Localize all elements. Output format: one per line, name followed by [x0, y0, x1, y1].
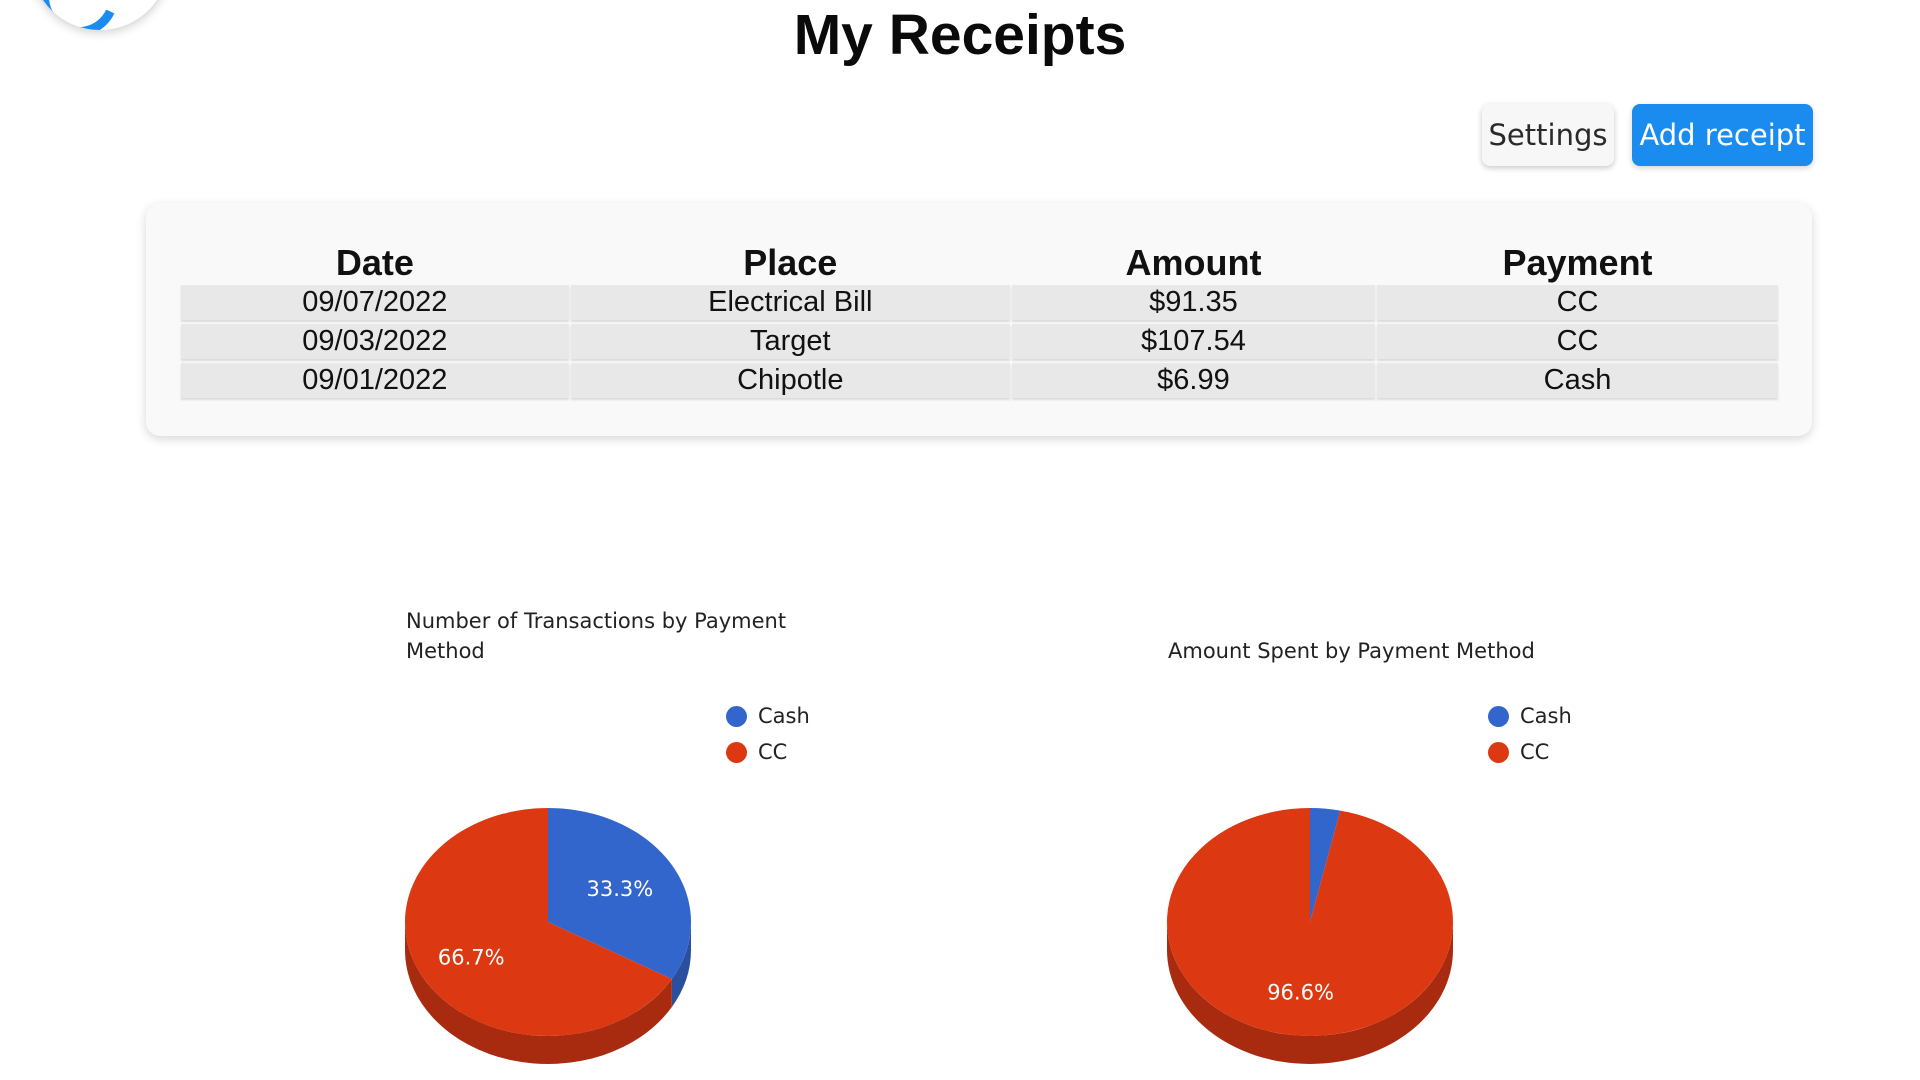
cell-date: 09/07/2022: [181, 285, 569, 320]
column-header-date: Date: [335, 242, 414, 283]
pie-svg: 96.6%: [1167, 808, 1453, 1064]
cell-place: Chipotle: [570, 363, 1010, 398]
table-row[interactable]: 09/03/2022 Target $107.54 CC: [181, 324, 1778, 359]
cell-date: 09/01/2022: [181, 363, 569, 398]
transactions-pie-chart: Number of Transactions by Payment Method…: [404, 606, 1064, 1080]
cell-place: Target: [570, 324, 1010, 359]
cell-payment: CC: [1377, 324, 1778, 359]
data-label-cc: 66.7%: [438, 945, 505, 969]
table-header-row: Date Place Amount Payment: [181, 245, 1778, 281]
column-header-place: Place: [743, 242, 838, 283]
add-receipt-button[interactable]: Add receipt: [1632, 104, 1813, 166]
page-title: My Receipts: [793, 3, 1127, 67]
column-header-payment: Payment: [1502, 242, 1653, 283]
data-label-cc: 96.6%: [1267, 980, 1334, 1004]
cell-amount: $91.35: [1011, 285, 1376, 320]
receipts-table: Date Place Amount Payment 09/07/2022 Ele…: [179, 241, 1780, 402]
amount-pie-chart: Amount Spent by Payment Method Cash CC 9…: [1166, 606, 1826, 1080]
pie-svg: 33.3% 66.7%: [405, 808, 691, 1064]
table-row[interactable]: 09/07/2022 Electrical Bill $91.35 CC: [181, 285, 1778, 320]
cell-amount: $6.99: [1011, 363, 1376, 398]
cell-payment: Cash: [1377, 363, 1778, 398]
table-row[interactable]: 09/01/2022 Chipotle $6.99 Cash: [181, 363, 1778, 398]
cell-payment: CC: [1377, 285, 1778, 320]
data-label-cash: 33.3%: [586, 877, 653, 901]
settings-button[interactable]: Settings: [1482, 104, 1614, 166]
cell-date: 09/03/2022: [181, 324, 569, 359]
receipts-table-card: Date Place Amount Payment 09/07/2022 Ele…: [146, 203, 1812, 436]
cell-place: Electrical Bill: [570, 285, 1010, 320]
column-header-amount: Amount: [1125, 242, 1262, 283]
cell-amount: $107.54: [1011, 324, 1376, 359]
